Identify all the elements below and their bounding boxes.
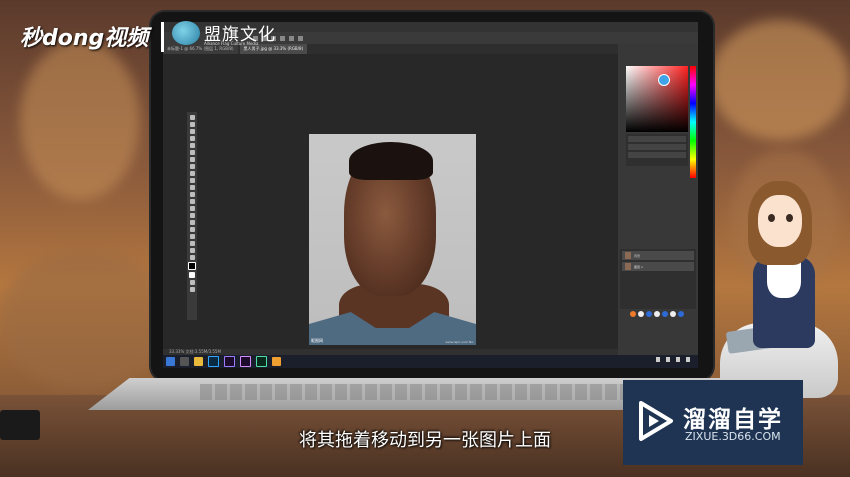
layer-name: 背景 [634,253,641,258]
properties-row [628,144,686,150]
ps-toolbar [187,112,197,320]
document-image[interactable]: 昵图网 www.nipic.com No. [309,134,476,345]
group-icon[interactable] [662,311,668,317]
cartoon-presenter [715,178,850,398]
background-bokeh [710,20,850,140]
layer-thumbnail [625,252,631,259]
dodge-tool-icon[interactable] [189,206,195,211]
after-effects-icon[interactable] [240,356,251,367]
layers-panel: 背景 图层 1 [620,249,696,309]
laptop-screen: 未标题-1 @ 66.7% (图层 1, RGB/8) 黑人男子.jpg @ 3… [163,22,698,368]
panel-icon-strip [630,311,684,319]
pen-tool-icon[interactable] [189,213,195,218]
foreground-color-icon[interactable] [188,262,196,270]
system-tray [656,357,690,362]
lasso-tool-icon[interactable] [189,129,195,134]
shape-tool-icon[interactable] [189,234,195,239]
portrait-hair [349,142,433,180]
presenter-eye [768,214,775,222]
start-icon[interactable] [166,357,175,366]
new-layer-icon[interactable] [670,311,676,317]
properties-panel [626,134,688,166]
history-brush-icon[interactable] [189,178,195,183]
adjustment-icon[interactable] [654,311,660,317]
partner-logo-subtext: Alliance Flag Culture Media [204,41,259,46]
watermark-right: www.nipic.com No. [445,340,474,344]
link-icon[interactable] [630,311,636,317]
brand-logo-text: 秒dong视频 [20,26,149,51]
zixue-logo: 溜溜自学 ZIXUE.3D66.COM [623,380,803,465]
presenter-face [758,195,802,247]
background-bokeh [20,40,140,200]
partner-logo-icon [172,20,200,45]
more-tools-icon[interactable] [189,255,195,260]
layer-thumbnail [625,263,631,270]
brush-tool-icon[interactable] [189,164,195,169]
watermark-left: 昵图网 [311,338,323,343]
color-picker-field[interactable] [626,66,688,132]
option-icon[interactable] [280,35,285,41]
option-icon[interactable] [289,35,294,41]
mask-icon[interactable] [646,311,652,317]
eraser-tool-icon[interactable] [189,185,195,190]
audition-icon[interactable] [256,356,267,367]
layer-row[interactable]: 背景 [622,251,694,260]
ps-canvas-area[interactable]: 昵图网 www.nipic.com No. [163,54,618,349]
layer-row[interactable]: 图层 1 [622,262,694,271]
ps-right-panels: 背景 图层 1 [618,44,698,355]
option-icon[interactable] [298,35,303,41]
stamp-tool-icon[interactable] [189,171,195,176]
premiere-icon[interactable] [224,356,235,367]
quick-mask-icon[interactable] [189,280,195,285]
brand-logo: 秒dong视频 [20,16,148,56]
move-tool-icon[interactable] [189,115,195,120]
path-select-icon[interactable] [189,227,195,232]
language-icon[interactable] [676,357,680,362]
properties-row [628,136,686,142]
hue-slider[interactable] [690,66,696,178]
background-color-icon[interactable] [189,272,195,278]
search-icon[interactable] [180,357,189,366]
video-subtitle: 将其拖着移动到另一张图片上面 [299,430,551,451]
marquee-tool-icon[interactable] [189,122,195,127]
color-picker-cursor[interactable] [658,74,670,86]
photoshop-icon[interactable] [208,356,219,367]
laptop-keyboard [200,384,660,400]
type-tool-icon[interactable] [189,220,195,225]
eyedropper-tool-icon[interactable] [189,150,195,155]
notification-icon[interactable] [686,357,690,362]
fx-icon[interactable] [638,311,644,317]
hand-tool-icon[interactable] [189,241,195,246]
partner-logo: 盟旗文化 Alliance Flag Culture Media [172,20,276,46]
healing-tool-icon[interactable] [189,157,195,162]
media-encoder-icon[interactable] [272,357,281,366]
quick-select-tool-icon[interactable] [189,136,195,141]
background-bokeh [0,250,170,390]
volume-icon[interactable] [666,357,670,362]
presenter-eye [786,214,793,222]
gradient-tool-icon[interactable] [189,192,195,197]
blur-tool-icon[interactable] [189,199,195,204]
windows-taskbar [163,355,698,368]
crop-tool-icon[interactable] [189,143,195,148]
network-icon[interactable] [656,357,660,362]
layer-name: 图层 1 [634,264,643,269]
zoom-tool-icon[interactable] [189,248,195,253]
screen-mode-icon[interactable] [189,287,195,292]
trash-icon[interactable] [678,311,684,317]
properties-row [628,152,686,158]
logo-divider [161,22,164,52]
explorer-icon[interactable] [194,357,203,366]
